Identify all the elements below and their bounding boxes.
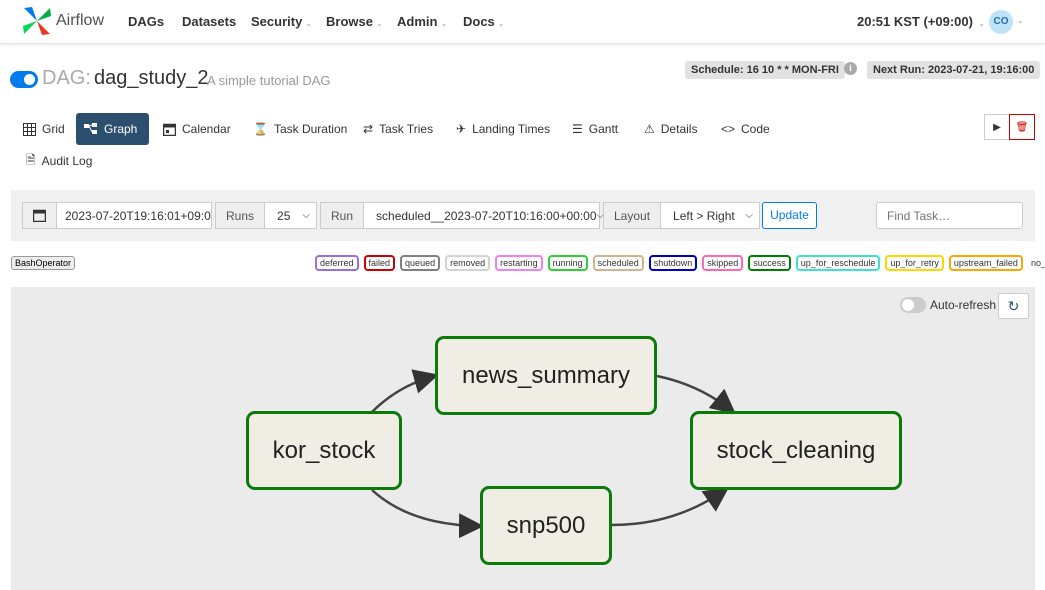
- task-node-news_summary[interactable]: news_summary: [435, 336, 657, 415]
- task-label: news_summary: [461, 361, 631, 389]
- task-node-kor_stock[interactable]: kor_stock: [246, 411, 402, 490]
- task-label: stock_cleaning: [716, 436, 876, 464]
- edge-kor_stock-news_summary: [371, 369, 439, 413]
- task-node-snp500[interactable]: snp500: [480, 486, 612, 565]
- edge-kor_stock-snp500: [371, 489, 484, 539]
- task-label: snp500: [506, 511, 586, 539]
- edge-news_summary-stock_cleaning: [656, 374, 736, 415]
- task-node-stock_cleaning[interactable]: stock_cleaning: [690, 411, 902, 490]
- task-label: kor_stock: [272, 436, 376, 464]
- edge-snp500-stock_cleaning: [611, 487, 730, 527]
